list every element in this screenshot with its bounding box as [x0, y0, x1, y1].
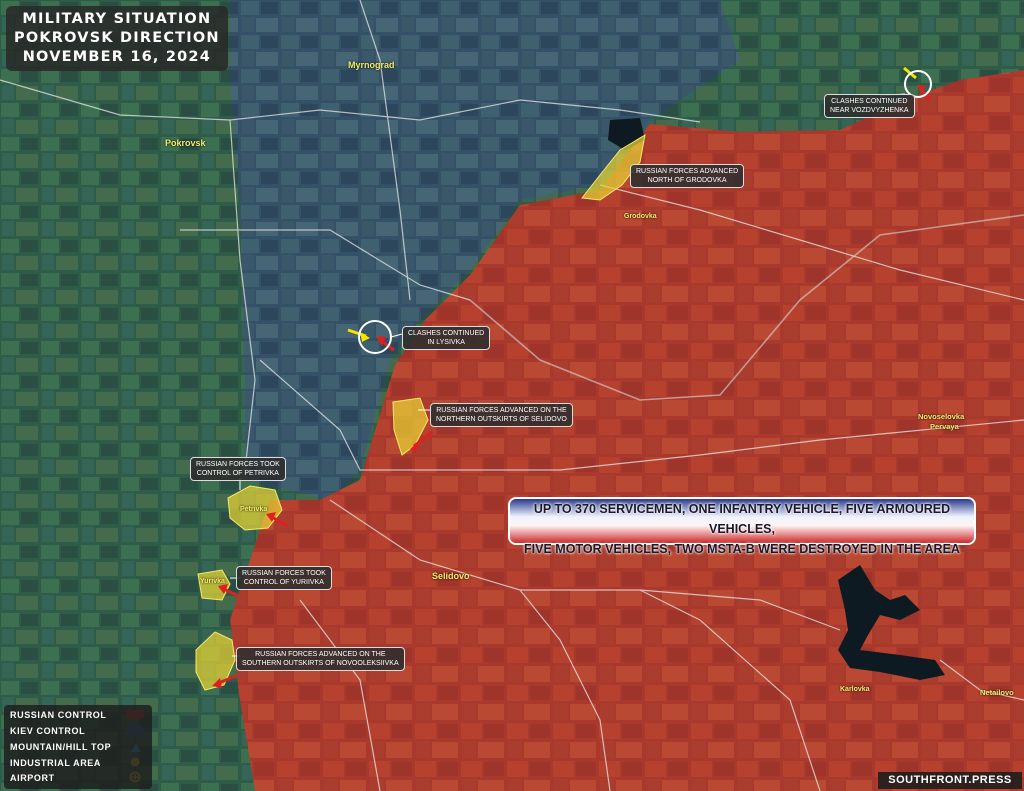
town-label-yuriivka: Yurivka: [200, 578, 225, 585]
callout-yuriivka: RUSSIAN FORCES TOOK CONTROL OF YURIIVKA: [236, 566, 332, 590]
legend-russian-label: RUSSIAN CONTROL: [10, 710, 107, 720]
callout-lysivka: CLASHES CONTINUED IN LYSIVKA: [402, 326, 491, 350]
map-legend: RUSSIAN CONTROL KIEV CONTROL MOUNTAIN/HI…: [4, 705, 152, 789]
callout-vozdvyzhenka-line1: CLASHES CONTINUED: [831, 98, 908, 105]
town-label-petrivka: Petrivka: [240, 506, 268, 513]
callout-novooleksiivka-line2: SOUTHERN OUTSKIRTS OF NOVOOLEKSIIVKA: [242, 660, 399, 667]
legend-industrial-label: INDUSTRIAL AREA: [10, 758, 102, 768]
callout-selidovo: RUSSIAN FORCES ADVANCED ON THE NORTHERN …: [430, 403, 573, 427]
callout-petrivka: RUSSIAN FORCES TOOK CONTROL OF PETRIVKA: [190, 457, 286, 481]
town-label-karlovka: Karlovka: [840, 686, 870, 693]
losses-callout: UP TO 370 SERVICEMEN, ONE INFANTRY VEHIC…: [508, 497, 976, 556]
callout-selidovo-line2: NORTHERN OUTSKIRTS OF SELIDOVO: [436, 416, 567, 423]
brand-label: SOUTHFRONT.PRESS: [878, 772, 1022, 789]
callout-selidovo-line1: RUSSIAN FORCES ADVANCED ON THE: [436, 407, 567, 414]
town-label-myrnograd: Myrnograd: [348, 60, 395, 70]
town-label-novoselovka-1: Novoselovka: [918, 412, 965, 421]
callout-grodovka-line2: NORTH OF GRODOVKA: [647, 177, 727, 184]
callout-lysivka-line1: CLASHES CONTINUED: [408, 330, 485, 337]
town-label-netailovo: Netailovo: [980, 688, 1014, 697]
title-line-2: POKROVSK DIRECTION: [14, 30, 220, 46]
losses-line-1: UP TO 370 SERVICEMEN, ONE INFANTRY VEHIC…: [533, 502, 951, 536]
map-canvas: [0, 0, 1024, 791]
town-label-novoselovka-2: Pervaya: [930, 422, 959, 431]
callout-vozdvyzhenka: CLASHES CONTINUED NEAR VOZDVYZHENKA: [824, 94, 915, 118]
callout-lysivka-line2: IN LYSIVKA: [427, 339, 465, 346]
losses-line-2: FIVE MOTOR VEHICLES, TWO MSTA-B WERE DES…: [524, 542, 960, 556]
callout-petrivka-line1: RUSSIAN FORCES TOOK: [196, 461, 280, 468]
callout-vozdvyzhenka-line2: NEAR VOZDVYZHENKA: [830, 107, 909, 114]
callout-petrivka-line2: CONTROL OF PETRIVKA: [196, 470, 279, 477]
title-line-1: MILITARY SITUATION: [22, 11, 212, 27]
title-line-3: NOVEMBER 16, 2024: [22, 49, 212, 65]
legend-mountain-label: MOUNTAIN/HILL TOP: [10, 742, 112, 752]
callout-novooleksiivka-line1: RUSSIAN FORCES ADVANCED ON THE: [255, 651, 386, 658]
legend-airport-label: AIRPORT: [10, 773, 55, 783]
callout-grodovka: RUSSIAN FORCES ADVANCED NORTH OF GRODOVK…: [630, 164, 745, 188]
callout-novooleksiivka: RUSSIAN FORCES ADVANCED ON THE SOUTHERN …: [236, 647, 405, 671]
town-label-grodovka: Grodovka: [624, 213, 657, 220]
callout-yuriivka-line2: CONTROL OF YURIIVKA: [243, 579, 324, 586]
map-title-box: MILITARY SITUATION POKROVSK DIRECTION NO…: [6, 6, 228, 71]
callout-grodovka-line1: RUSSIAN FORCES ADVANCED: [636, 168, 739, 175]
town-label-selidovo: Selidovo: [432, 571, 470, 581]
callout-yuriivka-line1: RUSSIAN FORCES TOOK: [242, 570, 326, 577]
legend-kiev-label: KIEV CONTROL: [10, 726, 86, 736]
town-label-pokrovsk: Pokrovsk: [165, 138, 206, 148]
